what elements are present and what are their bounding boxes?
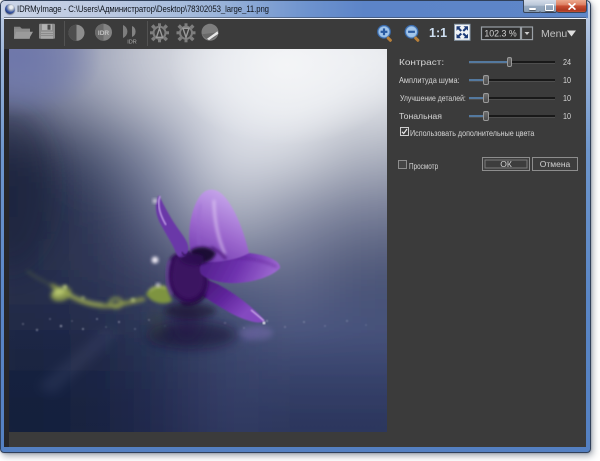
svg-text:1:1: 1:1 [429,26,447,40]
svg-text:102.3 %: 102.3 % [484,29,516,39]
svg-text:IDR: IDR [98,30,110,37]
svg-text:IDR: IDR [127,40,137,46]
svg-text:Menu: Menu [541,28,567,40]
